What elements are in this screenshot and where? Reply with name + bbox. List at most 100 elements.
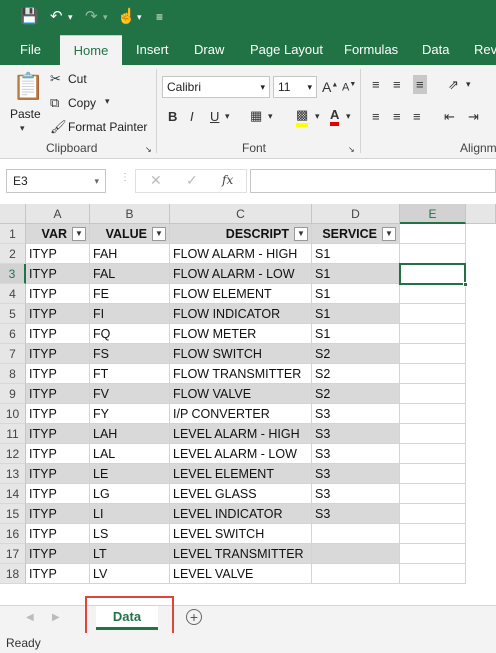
row-header[interactable]: 8: [0, 364, 26, 384]
undo-icon[interactable]: ↶: [50, 6, 63, 28]
column-header-e[interactable]: E: [400, 204, 466, 224]
table-cell[interactable]: [400, 224, 466, 244]
fill-handle[interactable]: [463, 282, 468, 287]
table-cell[interactable]: FLOW TRANSMITTER: [170, 364, 312, 384]
touch-dropdown-icon[interactable]: ▾: [137, 6, 142, 28]
table-cell[interactable]: ITYP: [26, 404, 90, 424]
save-icon[interactable]: 💾: [20, 6, 39, 28]
table-cell[interactable]: LEVEL SWITCH: [170, 524, 312, 544]
table-cell[interactable]: ITYP: [26, 264, 90, 284]
paste-icon[interactable]: 📋: [12, 71, 44, 102]
row-header[interactable]: 13: [0, 464, 26, 484]
redo-dropdown-icon[interactable]: ▾: [103, 6, 108, 28]
table-cell[interactable]: ITYP: [26, 344, 90, 364]
table-cell[interactable]: S3: [312, 404, 400, 424]
table-cell[interactable]: [400, 244, 466, 264]
table-cell[interactable]: LEVEL INDICATOR: [170, 504, 312, 524]
copy-icon[interactable]: ⧉: [50, 95, 59, 111]
cut-icon[interactable]: ✂: [50, 71, 61, 87]
table-cell[interactable]: [312, 524, 400, 544]
table-cell[interactable]: LEVEL TRANSMITTER: [170, 544, 312, 564]
align-center-icon[interactable]: ≡: [393, 109, 401, 124]
table-cell[interactable]: ITYP: [26, 464, 90, 484]
table-cell[interactable]: FS: [90, 344, 170, 364]
table-cell[interactable]: S3: [312, 504, 400, 524]
column-header-a[interactable]: A: [26, 204, 90, 224]
row-header[interactable]: 17: [0, 544, 26, 564]
fill-color-dropdown-icon[interactable]: ▾: [315, 111, 320, 122]
table-cell[interactable]: ITYP: [26, 564, 90, 584]
table-cell[interactable]: [400, 344, 466, 364]
align-middle-icon[interactable]: ≡: [393, 77, 401, 92]
bold-icon[interactable]: B: [168, 109, 177, 124]
undo-dropdown-icon[interactable]: ▾: [68, 6, 73, 28]
row-header[interactable]: 16: [0, 524, 26, 544]
increase-font-icon[interactable]: A▲: [322, 79, 338, 95]
table-cell[interactable]: S1: [312, 284, 400, 304]
table-cell[interactable]: [400, 324, 466, 344]
table-cell[interactable]: [400, 304, 466, 324]
table-cell[interactable]: FY: [90, 404, 170, 424]
new-sheet-icon[interactable]: +: [186, 609, 202, 625]
column-header-b[interactable]: B: [90, 204, 170, 224]
filter-dropdown-icon[interactable]: ▼: [382, 227, 396, 241]
table-cell[interactable]: FLOW ALARM - LOW: [170, 264, 312, 284]
table-cell[interactable]: LS: [90, 524, 170, 544]
table-cell[interactable]: ITYP: [26, 544, 90, 564]
table-cell[interactable]: LI: [90, 504, 170, 524]
table-cell[interactable]: ITYP: [26, 524, 90, 544]
table-cell[interactable]: ITYP: [26, 484, 90, 504]
orientation-icon[interactable]: ⇗: [448, 77, 459, 93]
font-size-select[interactable]: 11 ▾: [273, 76, 317, 98]
table-cell[interactable]: [400, 444, 466, 464]
formula-input[interactable]: [250, 169, 496, 193]
table-cell[interactable]: LEVEL VALVE: [170, 564, 312, 584]
row-header[interactable]: 14: [0, 484, 26, 504]
table-cell[interactable]: S2: [312, 384, 400, 404]
scroll-right-icon[interactable]: ▶: [52, 612, 60, 623]
clipboard-launcher-icon[interactable]: ↘: [145, 145, 152, 154]
align-right-icon[interactable]: ≡: [413, 109, 421, 124]
table-cell[interactable]: [400, 504, 466, 524]
table-header-cell[interactable]: DESCRIPT ▼: [170, 224, 312, 244]
table-cell[interactable]: LEVEL GLASS: [170, 484, 312, 504]
table-cell[interactable]: S1: [312, 244, 400, 264]
table-cell[interactable]: S1: [312, 324, 400, 344]
table-cell[interactable]: FLOW INDICATOR: [170, 304, 312, 324]
column-header-d[interactable]: D: [312, 204, 400, 224]
table-cell[interactable]: ITYP: [26, 384, 90, 404]
borders-icon[interactable]: ▦: [250, 108, 262, 124]
row-header[interactable]: 15: [0, 504, 26, 524]
tab-home[interactable]: Home: [60, 35, 122, 65]
font-name-select[interactable]: Calibri ▾: [162, 76, 270, 98]
table-cell[interactable]: ITYP: [26, 284, 90, 304]
copy-dropdown-icon[interactable]: ▾: [105, 96, 110, 107]
filter-dropdown-icon[interactable]: ▼: [72, 227, 86, 241]
decrease-indent-icon[interactable]: ⇤: [444, 109, 455, 125]
table-cell[interactable]: [400, 564, 466, 584]
align-top-icon[interactable]: ≡: [372, 77, 380, 92]
column-header-overflow[interactable]: [466, 204, 496, 224]
table-cell[interactable]: [400, 364, 466, 384]
table-cell[interactable]: FE: [90, 284, 170, 304]
font-color-icon[interactable]: A: [330, 107, 340, 126]
filter-dropdown-icon[interactable]: ▼: [294, 227, 308, 241]
format-painter-icon[interactable]: 🖌: [50, 119, 67, 135]
table-cell[interactable]: I/P CONVERTER: [170, 404, 312, 424]
table-cell[interactable]: [312, 544, 400, 564]
table-cell[interactable]: [400, 524, 466, 544]
increase-indent-icon[interactable]: ⇥: [468, 109, 479, 125]
table-cell[interactable]: LV: [90, 564, 170, 584]
touch-mode-icon[interactable]: ☝: [117, 6, 136, 28]
redo-icon[interactable]: ↷: [85, 6, 98, 28]
insert-function-icon[interactable]: fx: [222, 173, 233, 187]
table-cell[interactable]: [400, 384, 466, 404]
table-cell[interactable]: LEVEL ELEMENT: [170, 464, 312, 484]
underline-icon[interactable]: U: [210, 109, 219, 124]
paste-button[interactable]: Paste: [10, 107, 41, 121]
row-header[interactable]: 7: [0, 344, 26, 364]
table-cell[interactable]: FLOW SWITCH: [170, 344, 312, 364]
row-header[interactable]: 3: [0, 264, 26, 284]
table-cell[interactable]: FAL: [90, 264, 170, 284]
table-cell[interactable]: [400, 284, 466, 304]
